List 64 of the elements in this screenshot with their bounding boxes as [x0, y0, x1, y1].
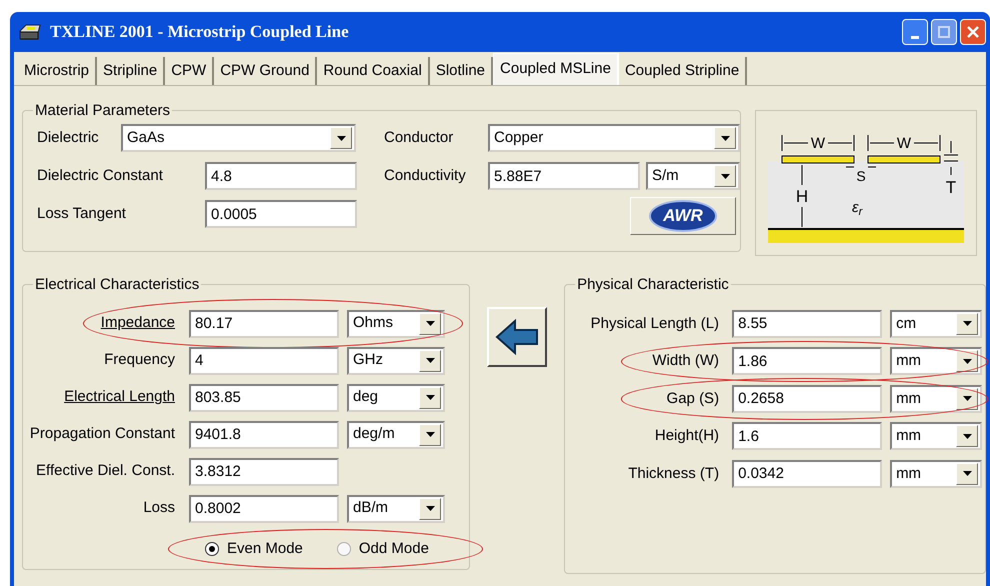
- dropdown[interactable]: GHz: [347, 346, 445, 374]
- input-field[interactable]: 0.8002: [189, 494, 339, 522]
- field-label: Frequency: [103, 350, 176, 370]
- field-label: Conductor: [384, 128, 454, 148]
- minimize-button[interactable]: [902, 19, 928, 45]
- tab[interactable]: CPW Ground: [214, 57, 318, 85]
- input-field[interactable]: 9401.8: [189, 420, 339, 448]
- field-label: Dielectric: [37, 128, 100, 148]
- field-label: Physical Length (L): [590, 314, 720, 334]
- input-field[interactable]: 4: [189, 346, 339, 374]
- diagram-label: ε$_{r}$: [852, 199, 862, 216]
- left-arrow-icon: [494, 317, 539, 357]
- tab[interactable]: Stripline: [97, 57, 166, 85]
- dropdown[interactable]: deg: [347, 384, 445, 412]
- maximize-icon: [938, 26, 950, 38]
- minimize-icon: [911, 36, 919, 39]
- dropdown[interactable]: dB/m: [347, 494, 445, 522]
- calculate-button[interactable]: [486, 307, 547, 367]
- tab[interactable]: Microstrip: [18, 57, 98, 85]
- input-field[interactable]: 8.55: [732, 310, 882, 338]
- field-label: Loss: [142, 498, 176, 518]
- input-field[interactable]: 0.0342: [732, 460, 882, 488]
- tab[interactable]: CPW: [165, 57, 214, 85]
- radio-button[interactable]: Odd Mode: [336, 538, 429, 560]
- tab[interactable]: Coupled MSLine: [493, 53, 619, 85]
- input-field[interactable]: 80.17: [189, 310, 339, 338]
- input-field[interactable]: 803.85: [189, 384, 339, 412]
- input-field[interactable]: 4.8: [205, 162, 357, 190]
- printer-icon: [18, 23, 42, 41]
- dropdown[interactable]: mm: [890, 384, 982, 413]
- input-field[interactable]: 3.8312: [189, 458, 339, 486]
- logo-button[interactable]: AWR: [630, 197, 736, 235]
- dropdown[interactable]: Copper: [488, 124, 740, 152]
- field-label: Impedance: [100, 313, 176, 334]
- dropdown[interactable]: mm: [890, 460, 982, 488]
- field-label: Loss Tangent: [37, 204, 127, 224]
- field-label: Conductivity: [384, 166, 467, 186]
- field-label: Electrical Length: [63, 387, 176, 408]
- field-label: Thickness (T): [627, 464, 720, 484]
- field-label: Effective Diel. Const.: [35, 461, 176, 482]
- dropdown[interactable]: mm: [890, 422, 982, 450]
- field-label: Width (W): [651, 351, 720, 371]
- input-field[interactable]: 1.6: [732, 422, 882, 450]
- tab[interactable]: Coupled Stripline: [618, 57, 748, 85]
- window-title: TXLINE 2001 - Microstrip Coupled Line: [50, 21, 349, 44]
- dropdown[interactable]: mm: [890, 347, 982, 376]
- maximize-button[interactable]: [931, 19, 957, 45]
- field-label: Dielectric Constant: [37, 166, 164, 186]
- field-label: Height(H): [654, 426, 720, 446]
- dropdown[interactable]: Ohms: [347, 310, 445, 338]
- dropdown[interactable]: deg/m: [347, 420, 445, 448]
- input-field[interactable]: 5.88E7: [488, 162, 640, 190]
- close-icon: [967, 26, 979, 38]
- radio-button[interactable]: Even Mode: [205, 538, 303, 560]
- dropdown[interactable]: S/m: [646, 162, 740, 190]
- input-field[interactable]: 1.86: [732, 347, 882, 376]
- dropdown[interactable]: GaAs: [121, 124, 356, 152]
- field-label: Propagation Constant: [28, 424, 176, 444]
- close-button[interactable]: [960, 19, 986, 45]
- dropdown[interactable]: cm: [890, 310, 982, 338]
- field-label: Gap (S): [666, 388, 720, 408]
- tab[interactable]: Round Coaxial: [317, 57, 430, 85]
- input-field[interactable]: 0.2658: [732, 384, 882, 413]
- input-field[interactable]: 0.0005: [205, 200, 357, 228]
